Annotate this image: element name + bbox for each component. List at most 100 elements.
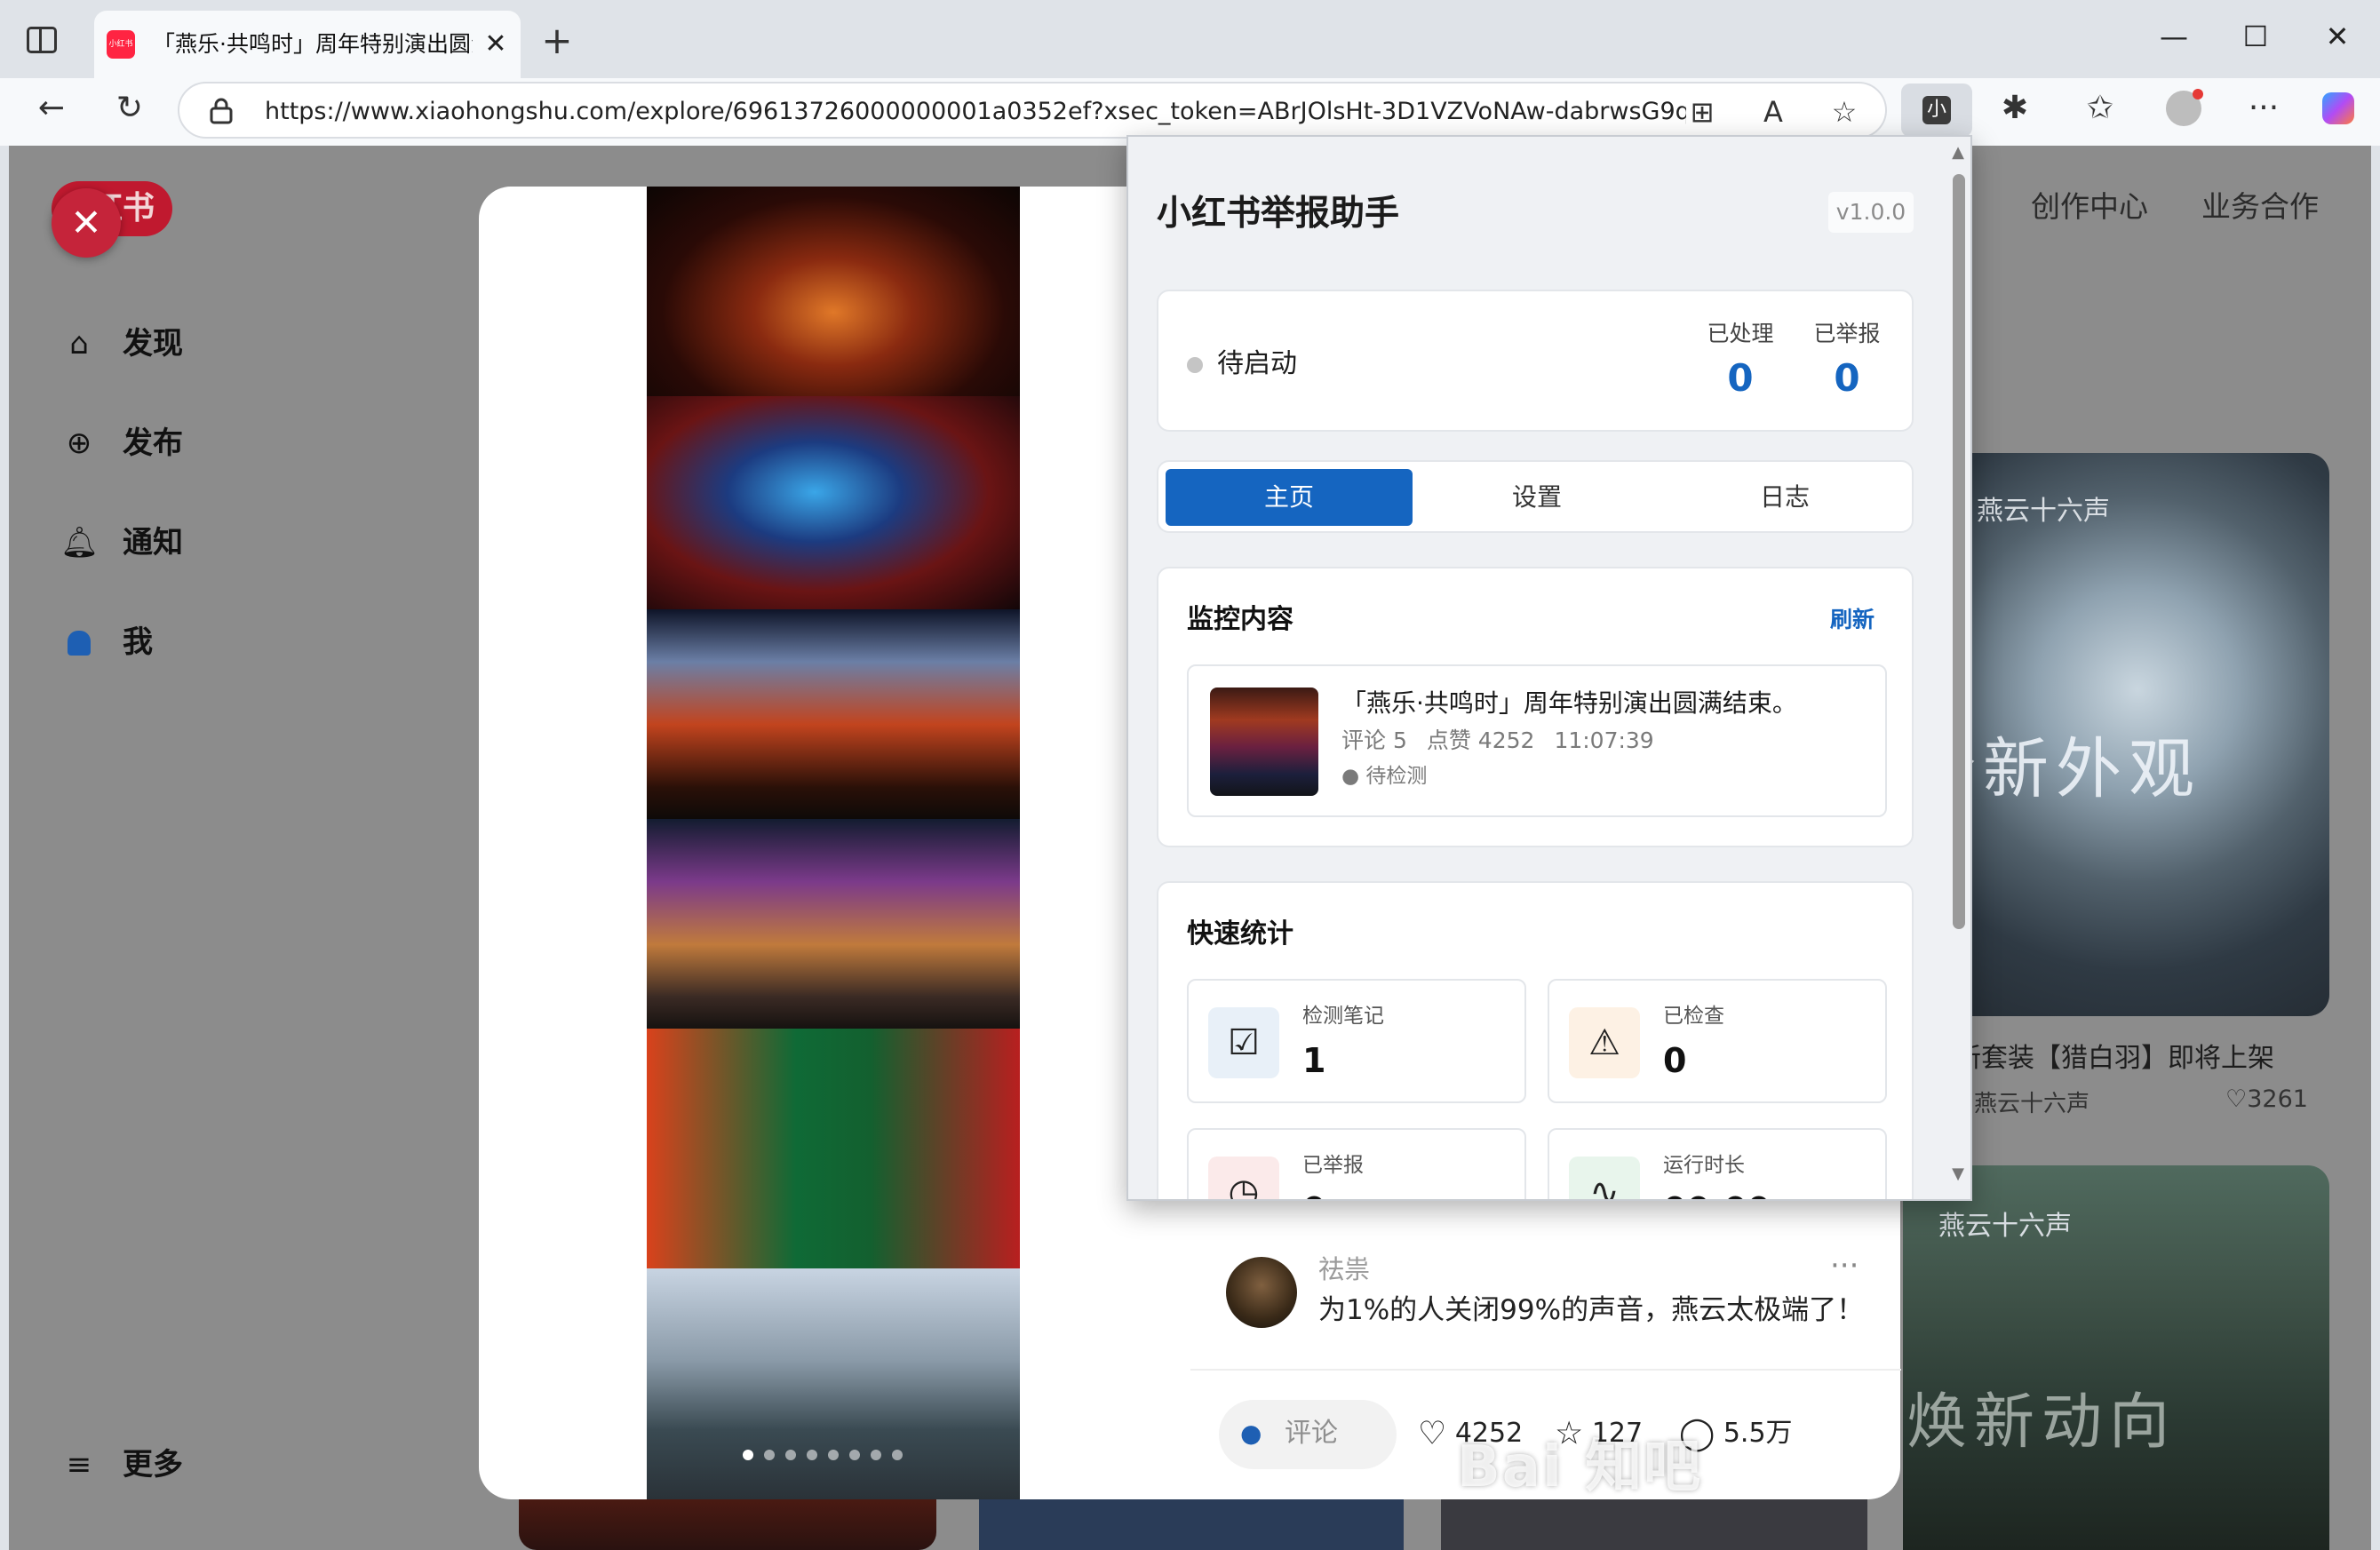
browser-tab-active[interactable]: 小红书 「燕乐·共鸣时」周年特别演出圆满结束。 ✕	[94, 11, 521, 78]
tab-logs[interactable]: 日志	[1661, 469, 1908, 526]
feed-card-author[interactable]: 燕云十六声	[1974, 1085, 2089, 1118]
monitored-note[interactable]: 「燕乐·共鸣时」周年特别演出圆满结束。 评论 5 点赞 4252 11:07:39 …	[1187, 664, 1887, 817]
plus-square-icon: ⊕	[66, 425, 92, 461]
comment-author[interactable]: 祛祟	[1318, 1252, 1370, 1287]
vertical-tabs-icon[interactable]	[27, 27, 57, 53]
refresh-button[interactable]: 刷新	[1830, 602, 1875, 638]
favorite-star-icon[interactable]: ☆	[1823, 91, 1866, 133]
creator-center-link[interactable]: 创作中心	[2031, 187, 2148, 227]
nav-me[interactable]: 我	[60, 615, 291, 668]
hamburger-menu-icon: ≡	[66, 1447, 92, 1482]
nav-more-label: 更多	[123, 1447, 183, 1482]
extension-active-button[interactable]: 小	[1901, 83, 1972, 137]
extensions-puzzle-icon[interactable]: ✱	[1990, 83, 2040, 133]
note-like-count: 点赞 4252	[1426, 727, 1535, 753]
note-image-carousel[interactable]	[647, 187, 1020, 1499]
processed-count: 0	[1727, 356, 1754, 400]
copilot-icon[interactable]	[2313, 83, 2363, 133]
minimize-button[interactable]: —	[2143, 14, 2205, 59]
address-bar[interactable]: https://www.xiaohongshu.com/explore/6961…	[178, 82, 1887, 139]
xiaohongshu-favicon-icon: 小红书	[107, 30, 135, 59]
nav-me-label: 我	[123, 624, 153, 660]
favorites-icon[interactable]: ✩	[2075, 83, 2125, 133]
feed-card-image[interactable]	[519, 1499, 936, 1550]
comment-more-icon[interactable]: ···	[1830, 1248, 1859, 1284]
tab-settings[interactable]: 设置	[1413, 469, 1660, 526]
version-badge: v1.0.0	[1828, 192, 1914, 233]
note-comment-count: 评论 5	[1341, 727, 1407, 753]
clock-icon: ◷	[1208, 1157, 1279, 1199]
nav-notifications-label: 通知	[123, 525, 183, 560]
new-tab-button[interactable]: +	[535, 21, 579, 66]
reload-icon[interactable]: ↻	[105, 83, 155, 133]
comment-text: 为1%的人关闭99%的声音，燕云太极端了！	[1318, 1294, 1865, 1326]
warning-icon: ⚠	[1569, 1007, 1640, 1078]
note-status: ● 待检测	[1341, 765, 1428, 788]
status-text: 待启动	[1217, 348, 1297, 379]
nav-publish[interactable]: ⊕ 发布	[60, 416, 291, 469]
close-modal-button[interactable]: ✕	[52, 188, 121, 258]
feed-card-overlay-text: 焕新动向	[1906, 1387, 2177, 1458]
quick-stats-card: 快速统计 ☑ 检测笔记 1 ⚠ 已检查 0 ◷ 已举报 0 ∿ 运行时长 00:…	[1157, 881, 1914, 1199]
carousel-image-stage-3	[647, 609, 1020, 819]
lock-icon[interactable]	[210, 98, 233, 124]
nav-notifications[interactable]: 🔔︎ 通知	[60, 515, 291, 568]
scroll-down-arrow-icon[interactable]: ▼	[1947, 1164, 1969, 1185]
discover-icon: ⌂	[69, 326, 89, 362]
read-aloud-icon[interactable]: A	[1752, 91, 1795, 133]
feed-card-likes[interactable]: ♡3261	[2225, 1085, 2308, 1113]
feed-card-image[interactable]	[1441, 1499, 1867, 1550]
carousel-image-statue	[647, 1268, 1020, 1499]
app-available-icon[interactable]: ⊞	[1681, 91, 1723, 133]
maximize-button[interactable]: ☐	[2225, 14, 2287, 59]
stat-inspected: ⚠ 已检查 0	[1548, 979, 1887, 1103]
note-thumbnail	[1210, 688, 1318, 796]
stat-value: 1	[1302, 1041, 1326, 1080]
scrollbar-thumb[interactable]	[1953, 174, 1965, 929]
popup-tabs: 主页 设置 日志	[1157, 460, 1914, 533]
user-avatar-icon: ●	[1240, 1419, 1262, 1448]
nav-more[interactable]: ≡ 更多	[60, 1437, 291, 1490]
nav-discover[interactable]: ⌂ 发现	[60, 316, 291, 370]
feed-card-image[interactable]	[979, 1499, 1404, 1550]
stat-value: 0	[1663, 1041, 1687, 1080]
divider	[1190, 1369, 1901, 1371]
tab-close-icon[interactable]: ✕	[478, 27, 513, 62]
stat-label: 检测笔记	[1302, 1005, 1384, 1028]
note-time: 11:07:39	[1554, 727, 1654, 753]
feed-card-brand-mark: 燕云十六声	[1938, 1211, 2072, 1242]
popup-scrollbar[interactable]: ▲ ▼	[1946, 142, 1970, 1194]
carousel-pagination[interactable]	[737, 1450, 933, 1464]
feed-card-like-count: 3261	[2247, 1085, 2308, 1113]
heart-icon: ♡	[2225, 1085, 2248, 1113]
back-arrow-icon[interactable]: ←	[27, 83, 76, 133]
reported-label: 已举报	[1813, 321, 1881, 346]
quick-stats-title: 快速统计	[1187, 918, 1293, 950]
profile-avatar-icon[interactable]	[2159, 83, 2209, 133]
nav-publish-label: 发布	[123, 425, 183, 461]
report-helper-extension-icon: 小	[1922, 96, 1951, 124]
comment-input[interactable]: ● 评论	[1219, 1400, 1397, 1469]
comment-input-placeholder: 评论	[1285, 1418, 1338, 1449]
processed-label: 已处理	[1707, 321, 1774, 346]
bell-icon: 🔔︎	[60, 525, 99, 560]
close-window-button[interactable]: ✕	[2306, 14, 2368, 59]
extension-popup: 小红书举报助手 v1.0.0 待启动 已处理 0 已举报 0 主页 设置 日志 …	[1126, 135, 1972, 1201]
carousel-image-merch	[647, 1029, 1020, 1268]
more-options-icon[interactable]: ···	[2239, 83, 2288, 133]
business-link[interactable]: 业务合作	[2201, 187, 2319, 227]
carousel-image-stage-4	[647, 819, 1020, 1029]
tab-home[interactable]: 主页	[1166, 469, 1413, 526]
url-text[interactable]: https://www.xiaohongshu.com/explore/6961…	[265, 94, 1686, 130]
comment-item: 祛祟 为1%的人关闭99%的声音，燕云太极端了！ ···	[1190, 1239, 1901, 1363]
heart-icon: ♡	[1418, 1415, 1447, 1452]
scroll-up-arrow-icon[interactable]: ▲	[1947, 142, 1969, 163]
checkbox-icon: ☑	[1208, 1007, 1279, 1078]
carousel-image-stage-1	[647, 187, 1020, 396]
monitor-title: 监控内容	[1187, 604, 1293, 635]
status-card: 待启动 已处理 0 已举报 0	[1157, 290, 1914, 432]
commenter-avatar[interactable]	[1226, 1257, 1297, 1328]
stat-label: 已检查	[1663, 1005, 1724, 1028]
feed-card-title[interactable]: 新套装【猎白羽】即将上架	[1954, 1036, 2274, 1075]
user-avatar-icon	[60, 624, 98, 661]
